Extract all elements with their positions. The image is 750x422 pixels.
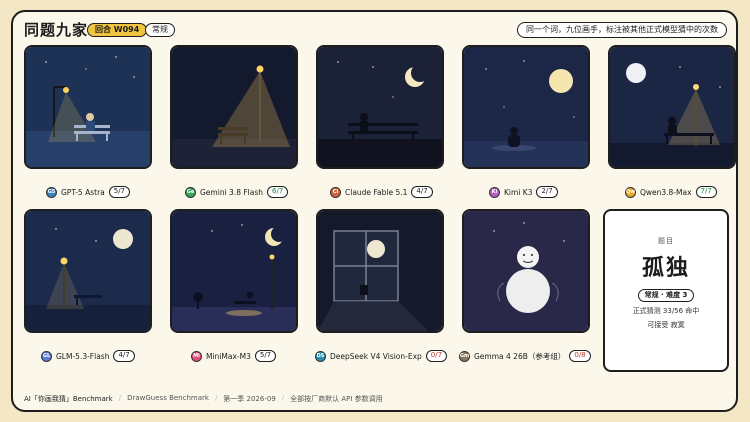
footer-season: 第一季 2026-09: [223, 395, 276, 403]
model-name: GLM-5.3-Flash: [56, 351, 110, 361]
answer-label: 题目: [658, 237, 674, 245]
accepted-answers: 可接受 寂寞: [647, 321, 685, 329]
drawing-gemma: [464, 211, 588, 331]
entry-label: G5 GPT-5 Astra 5/7: [46, 185, 131, 199]
score-badge: 5/7: [254, 350, 277, 362]
drawing-card-deepseek[interactable]: [316, 209, 444, 333]
hit-stat: 正式猜测 33/56 命中: [632, 307, 700, 315]
score-badge: 0/7: [425, 350, 448, 362]
footer-separator: /: [214, 394, 218, 402]
entry-label: Cl Claude Fable 5.1 4/7: [330, 185, 433, 199]
score-badge: 7/7: [695, 186, 717, 198]
model-avatar-icon: Qw: [625, 186, 636, 198]
drawing-card-kimi[interactable]: [462, 45, 590, 169]
footer: AI「你画我猜」Benchmark / DrawGuess Benchmark …: [24, 394, 383, 404]
footer-english: DrawGuess Benchmark: [127, 394, 209, 402]
entry-label: Gm Gemma 4 26B（参考组） 0/8: [459, 349, 591, 363]
drawing-claude: [318, 47, 442, 167]
drawing-minimax: [172, 211, 296, 331]
drawing-gemini: [172, 47, 296, 167]
footer-separator: /: [281, 394, 285, 402]
score-badge: 4/7: [411, 186, 433, 198]
model-avatar-icon: GL: [41, 350, 52, 362]
drawing-card-minimax[interactable]: [170, 209, 298, 333]
entry-label: Ge Gemini 3.8 Flash 6/7: [185, 185, 289, 199]
model-name: Gemma 4 26B（参考组）: [474, 351, 566, 361]
model-name: Claude Fable 5.1: [345, 187, 408, 197]
model-avatar-icon: DS: [315, 350, 326, 362]
drawing-glm: [26, 211, 150, 331]
model-name: Kimi K3: [504, 187, 533, 197]
model-avatar-icon: Mi: [191, 350, 202, 362]
entry-label: Qw Qwen3.8-Max 7/7: [625, 185, 717, 199]
score-badge: 2/7: [536, 186, 558, 198]
round-badge: 回合 W094: [87, 23, 148, 37]
model-avatar-icon: Ki: [489, 186, 500, 198]
page-title: 同题九家: [24, 21, 89, 39]
mode-badge: 常规: [145, 23, 175, 37]
model-avatar-icon: Ge: [185, 186, 196, 198]
entry-label: Mi MiniMax-M3 5/7: [191, 349, 277, 363]
drawing-card-glm[interactable]: [24, 209, 152, 333]
footer-brand: AI「你画我猜」Benchmark: [24, 395, 113, 403]
model-name: MiniMax-M3: [206, 351, 251, 361]
score-badge: 6/7: [267, 186, 289, 198]
drawing-qwen: [610, 47, 734, 167]
score-badge: 5/7: [108, 186, 131, 198]
model-avatar-icon: G5: [46, 186, 57, 198]
score-badge: 4/7: [113, 350, 135, 362]
drawing-kimi: [464, 47, 588, 167]
entry-label: GL GLM-5.3-Flash 4/7: [41, 349, 135, 363]
entry-label: Ki Kimi K3 2/7: [489, 185, 558, 199]
footer-separator: /: [118, 394, 122, 402]
difficulty-badge: 常规 · 难度 3: [637, 289, 695, 302]
footer-note: 全部按厂商默认 API 参数调用: [290, 395, 383, 403]
model-name: DeepSeek V4 Vision-Exp: [330, 351, 422, 361]
score-badge: 0/8: [569, 350, 591, 362]
drawing-deepseek: [318, 211, 442, 331]
model-avatar-icon: Gm: [459, 350, 470, 362]
entry-label: DS DeepSeek V4 Vision-Exp 0/7: [315, 349, 448, 363]
drawing-card-gemini[interactable]: [170, 45, 298, 169]
drawing-gpt: [26, 47, 150, 167]
model-avatar-icon: Cl: [330, 186, 341, 198]
drawing-card-claude[interactable]: [316, 45, 444, 169]
answer-card: 题目 孤独 常规 · 难度 3 正式猜测 33/56 命中 可接受 寂寞: [603, 209, 729, 372]
answer-word: 孤独: [641, 256, 690, 281]
model-name: Qwen3.8-Max: [640, 187, 692, 197]
drawing-card-gpt[interactable]: [24, 45, 152, 169]
drawing-card-gemma[interactable]: [462, 209, 590, 333]
drawing-card-qwen[interactable]: [608, 45, 736, 169]
page-frame: 同题九家 回合 W094 常规 同一个词，九位画手，标注被其他正式模型猜中的次数: [11, 10, 738, 412]
model-name: GPT-5 Astra: [61, 187, 105, 197]
model-name: Gemini 3.8 Flash: [200, 187, 264, 197]
rule-note: 同一个词，九位画手，标注被其他正式模型猜中的次数: [517, 22, 727, 38]
